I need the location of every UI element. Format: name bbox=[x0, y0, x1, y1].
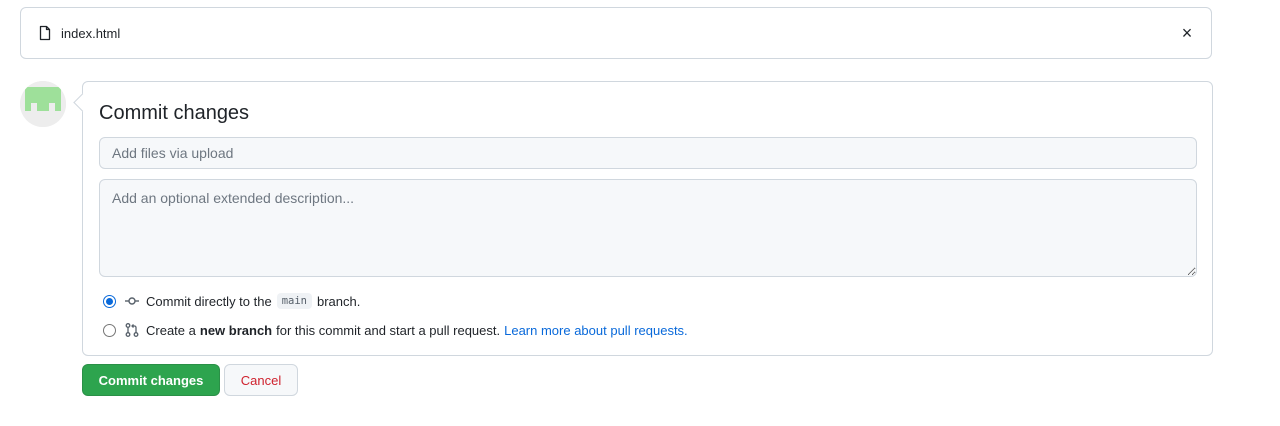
cancel-button[interactable]: Cancel bbox=[224, 364, 298, 396]
commit-form: Commit changes Commit directly to the ma… bbox=[82, 81, 1213, 356]
commit-title: Commit changes bbox=[99, 102, 250, 124]
close-icon[interactable]: × bbox=[1179, 24, 1195, 42]
commit-changes-button[interactable]: Commit changes bbox=[82, 364, 220, 396]
commit-summary-input[interactable] bbox=[99, 137, 1197, 169]
commit-direct-option[interactable]: Commit directly to the main branch. bbox=[103, 293, 360, 309]
avatar[interactable] bbox=[20, 81, 66, 127]
commit-direct-radio[interactable] bbox=[103, 294, 116, 308]
pull-requests-help-link[interactable]: Learn more about pull requests. bbox=[504, 323, 688, 338]
commit-direct-text-after: branch. bbox=[317, 293, 361, 309]
git-commit-icon bbox=[124, 293, 140, 309]
file-header: index.html × bbox=[20, 7, 1212, 59]
commit-direct-text: Commit directly to the bbox=[146, 293, 272, 309]
new-branch-text-after: for this commit and start a pull request… bbox=[276, 322, 501, 338]
branch-name: main bbox=[276, 293, 312, 309]
git-pull-request-icon bbox=[124, 322, 140, 338]
commit-description-textarea[interactable] bbox=[99, 179, 1197, 277]
identicon-avatar bbox=[20, 81, 66, 127]
new-branch-text: Create a bbox=[146, 322, 196, 338]
file-icon bbox=[37, 25, 53, 41]
new-branch-bold: new branch bbox=[199, 322, 273, 338]
new-branch-radio[interactable] bbox=[103, 323, 116, 337]
new-branch-option[interactable]: Create a new branch for this commit and … bbox=[103, 322, 688, 338]
file-name: index.html bbox=[61, 25, 121, 41]
